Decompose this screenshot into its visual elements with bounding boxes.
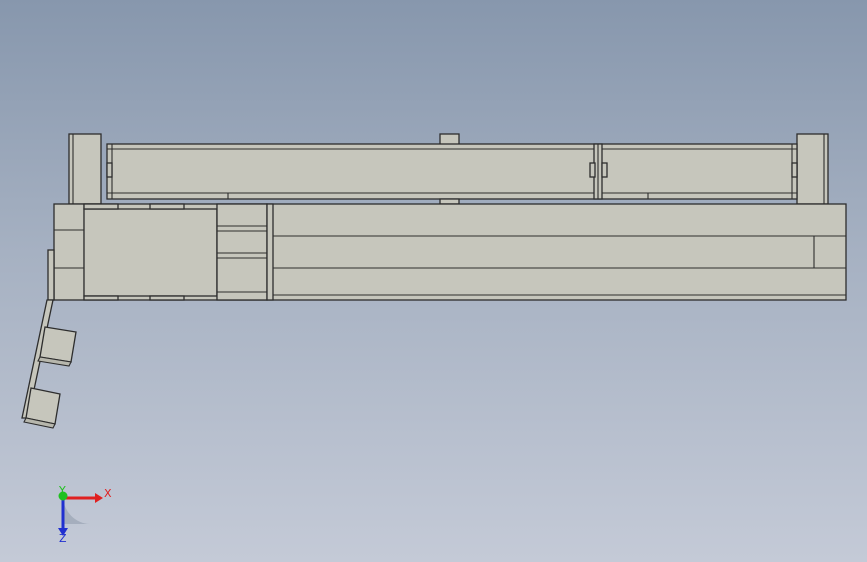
right-end-block[interactable] [796, 133, 829, 205]
hanging-bracket[interactable] [21, 299, 77, 429]
z-axis-label: Z [59, 532, 67, 545]
upper-rail-assembly[interactable] [68, 133, 829, 205]
orientation-triad: X Y Z [58, 484, 112, 545]
left-frame-inner[interactable] [83, 208, 218, 297]
upper-bar[interactable] [106, 143, 798, 200]
lower-body-assembly[interactable] [47, 203, 847, 301]
slide-block[interactable] [216, 203, 268, 301]
left-end-block[interactable] [68, 133, 102, 205]
y-axis-label: Y [58, 484, 66, 497]
upper-cube[interactable] [39, 326, 77, 363]
left-flange[interactable] [47, 249, 55, 301]
x-axis-label: X [104, 487, 112, 500]
cad-graphics-viewport[interactable]: X Y Z [0, 0, 867, 562]
model-view[interactable]: X Y Z [0, 0, 867, 562]
